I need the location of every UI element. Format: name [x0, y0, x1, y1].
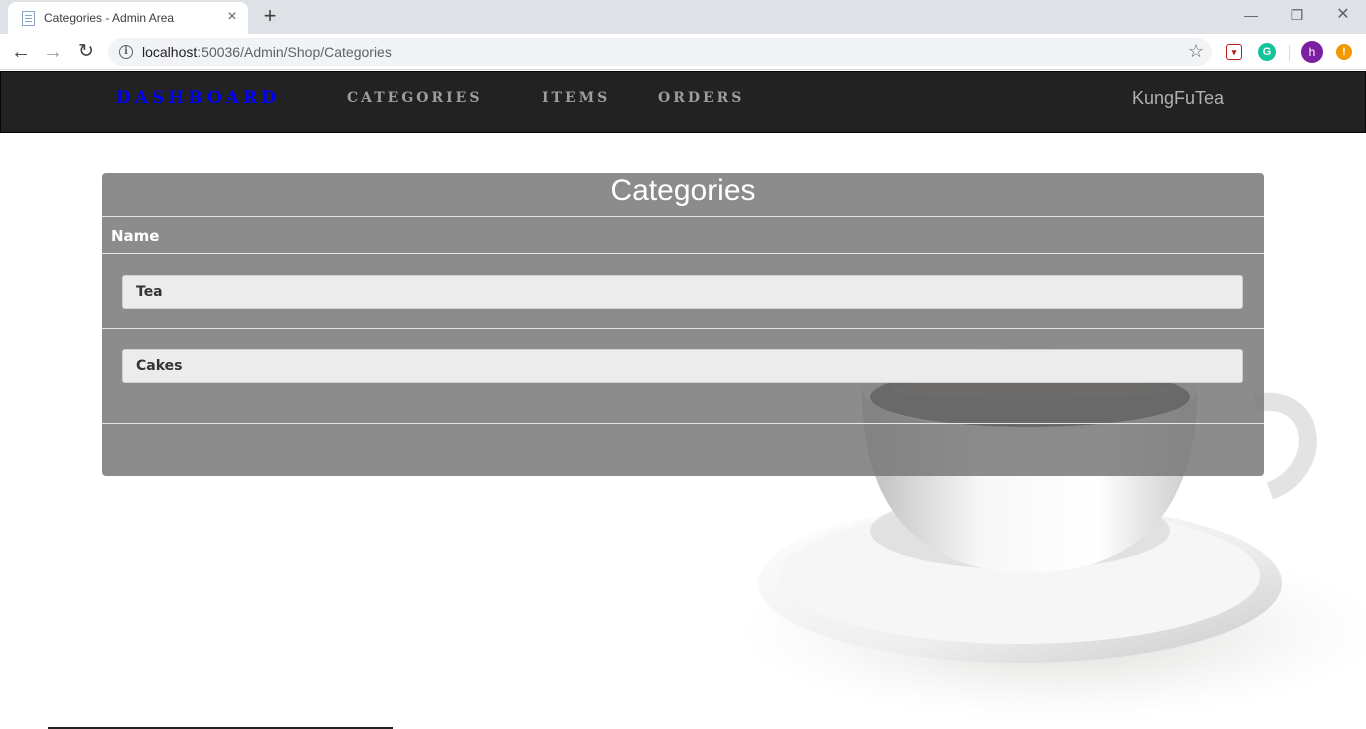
divider — [102, 253, 1264, 254]
page-viewport: Dashboard Categories Items Orders KungFu… — [0, 71, 1366, 729]
url-host: localhost — [142, 44, 198, 60]
site-info-icon[interactable]: i — [119, 45, 133, 59]
category-name: Tea — [136, 284, 163, 300]
category-row-field[interactable]: Tea — [122, 275, 1243, 309]
divider — [102, 423, 1264, 424]
update-alert-icon[interactable]: ! — [1336, 44, 1352, 60]
toolbar-divider — [1289, 45, 1290, 61]
categories-panel: Categories Name Tea Cakes — [102, 173, 1264, 476]
close-tab-icon[interactable]: × — [224, 9, 240, 25]
nav-link-items[interactable]: Items — [542, 90, 610, 106]
reload-button[interactable]: ↻ — [73, 39, 99, 65]
close-window-button[interactable]: ✕ — [1328, 4, 1358, 26]
grammarly-extension-icon[interactable]: G — [1258, 43, 1276, 61]
new-tab-button[interactable]: + — [258, 4, 282, 28]
back-button[interactable]: ← — [8, 39, 34, 65]
minimize-window-button[interactable]: — — [1236, 4, 1266, 26]
bookmark-star-icon[interactable]: ☆ — [1188, 41, 1204, 62]
browser-tab[interactable]: Categories - Admin Area × — [8, 2, 248, 34]
browser-tabstrip: Categories - Admin Area × + — ❐ ✕ — [0, 0, 1366, 34]
url-path: :50036/Admin/Shop/Categories — [197, 44, 392, 60]
nav-link-dashboard[interactable]: Dashboard — [116, 88, 280, 108]
profile-avatar[interactable]: h — [1301, 41, 1323, 63]
forward-button[interactable]: → — [40, 39, 66, 65]
pocket-extension-icon[interactable]: ▾ — [1226, 44, 1242, 60]
browser-toolbar: ← → ↻ i localhost:50036/Admin/Shop/Categ… — [0, 34, 1366, 70]
divider — [102, 216, 1264, 217]
address-bar[interactable]: i localhost:50036/Admin/Shop/Categories … — [108, 38, 1212, 66]
nav-link-categories[interactable]: Categories — [347, 90, 482, 106]
restore-window-button[interactable]: ❐ — [1282, 4, 1312, 26]
column-header-name: Name — [111, 227, 160, 245]
category-name: Cakes — [136, 358, 183, 374]
page-favicon-icon — [22, 11, 35, 26]
navbar-brand[interactable]: KungFuTea — [1132, 88, 1224, 109]
admin-navbar: Dashboard Categories Items Orders KungFu… — [0, 71, 1366, 133]
nav-link-orders[interactable]: Orders — [658, 90, 744, 106]
tab-title: Categories - Admin Area — [44, 11, 175, 25]
divider — [102, 328, 1264, 329]
page-title: Categories — [610, 174, 756, 207]
category-row-field[interactable]: Cakes — [122, 349, 1243, 383]
url-text[interactable]: localhost:50036/Admin/Shop/Categories — [142, 44, 392, 60]
